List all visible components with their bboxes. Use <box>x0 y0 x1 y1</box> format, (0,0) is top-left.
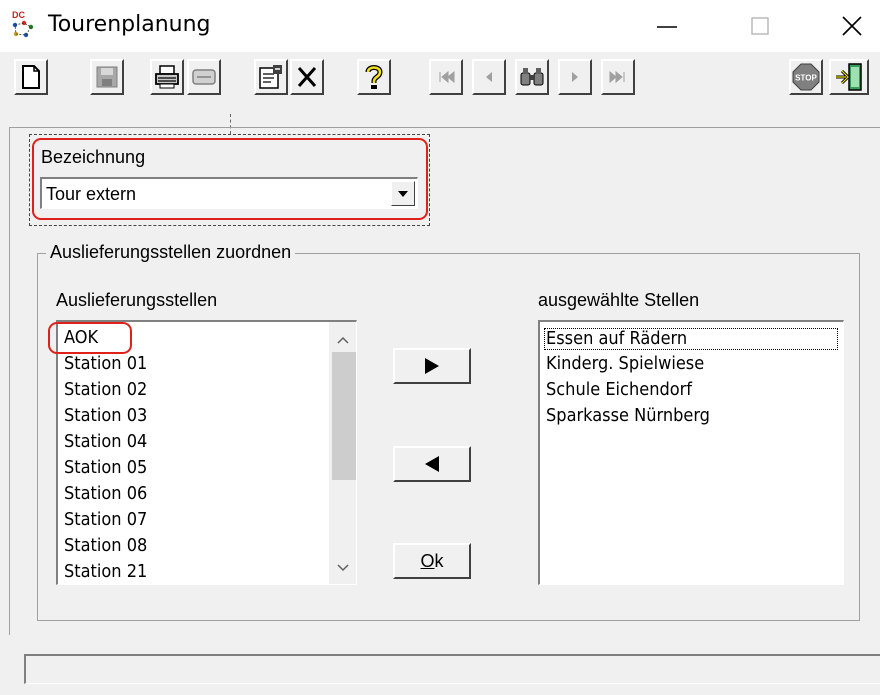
delete-button[interactable] <box>290 59 324 95</box>
first-record-button[interactable] <box>429 59 463 95</box>
list-item[interactable]: Kinderg. Spielwiese <box>546 354 704 374</box>
last-icon <box>609 70 625 84</box>
scroll-down-icon[interactable] <box>337 564 349 572</box>
exit-button[interactable] <box>829 59 869 95</box>
title-bar: DC Tourenplanung <box>0 0 880 52</box>
list-item[interactable]: Station 05 <box>64 458 147 478</box>
scroll-up-icon[interactable] <box>337 336 349 344</box>
close-icon <box>842 16 862 36</box>
list-item[interactable]: Sparkasse Nürnberg <box>546 406 710 426</box>
help-button[interactable] <box>357 59 391 95</box>
maximize-icon <box>751 17 769 35</box>
minimize-button[interactable] <box>637 0 697 52</box>
ok-label: Ok <box>420 550 444 571</box>
available-listbox[interactable]: AOK Station 01 Station 02 Station 03 Sta… <box>56 320 357 585</box>
ok-button[interactable]: Ok <box>393 543 471 579</box>
arrow-left-icon <box>425 456 439 472</box>
previous-record-button[interactable] <box>472 59 506 95</box>
clear-icon <box>192 69 216 85</box>
save-button[interactable] <box>90 59 124 95</box>
toolbar: STOP <box>0 52 880 114</box>
save-icon <box>96 66 118 88</box>
minimize-icon <box>657 26 677 28</box>
properties-button[interactable] <box>254 59 288 95</box>
print-button[interactable] <box>150 59 184 95</box>
highlight-aok <box>48 322 132 354</box>
close-button[interactable] <box>822 0 880 52</box>
help-icon <box>365 65 383 89</box>
svg-text:STOP: STOP <box>795 74 817 83</box>
stop-button[interactable]: STOP <box>789 59 823 95</box>
list-item[interactable]: Essen auf Rädern <box>544 328 838 350</box>
list-item[interactable]: Station 02 <box>64 380 147 400</box>
available-list-label: Auslieferungsstellen <box>56 290 218 310</box>
next-icon <box>572 72 578 82</box>
list-item[interactable]: Station 08 <box>64 536 147 556</box>
first-icon <box>439 70 455 84</box>
list-item[interactable]: Station 21 <box>64 562 147 582</box>
remove-button[interactable] <box>393 446 471 482</box>
svg-text:DC: DC <box>12 10 25 20</box>
clear-button[interactable] <box>187 59 221 95</box>
properties-icon <box>259 65 282 89</box>
exit-icon <box>836 63 862 91</box>
window-title: Tourenplanung <box>48 12 211 37</box>
selected-list-label: ausgewählte Stellen <box>538 290 700 310</box>
next-record-button[interactable] <box>558 59 592 95</box>
search-icon <box>520 68 544 86</box>
group-title: Auslieferungsstellen zuordnen <box>46 242 296 262</box>
list-item[interactable]: Schule Eichendorf <box>546 380 692 400</box>
stop-icon: STOP <box>792 63 820 91</box>
last-record-button[interactable] <box>601 59 635 95</box>
list-item[interactable]: Station 03 <box>64 406 147 426</box>
highlight-bezeichnung <box>32 138 428 220</box>
scrollbar[interactable] <box>329 322 356 584</box>
status-bar <box>24 654 880 684</box>
print-icon <box>155 65 179 89</box>
app-icon: DC <box>12 10 34 38</box>
scroll-thumb[interactable] <box>332 352 356 480</box>
selected-listbox[interactable]: Essen auf Rädern Kinderg. Spielwiese Sch… <box>538 320 844 585</box>
arrow-right-icon <box>425 358 439 374</box>
search-button[interactable] <box>515 59 549 95</box>
list-item[interactable]: Station 04 <box>64 432 147 452</box>
maximize-button[interactable] <box>730 0 790 52</box>
previous-icon <box>486 72 492 82</box>
list-item[interactable]: Station 07 <box>64 510 147 530</box>
new-icon <box>22 65 40 89</box>
list-item[interactable]: Station 06 <box>64 484 147 504</box>
add-button[interactable] <box>393 348 471 384</box>
delete-icon <box>297 67 317 87</box>
list-item[interactable]: Station 01 <box>64 354 147 374</box>
new-button[interactable] <box>14 59 48 95</box>
